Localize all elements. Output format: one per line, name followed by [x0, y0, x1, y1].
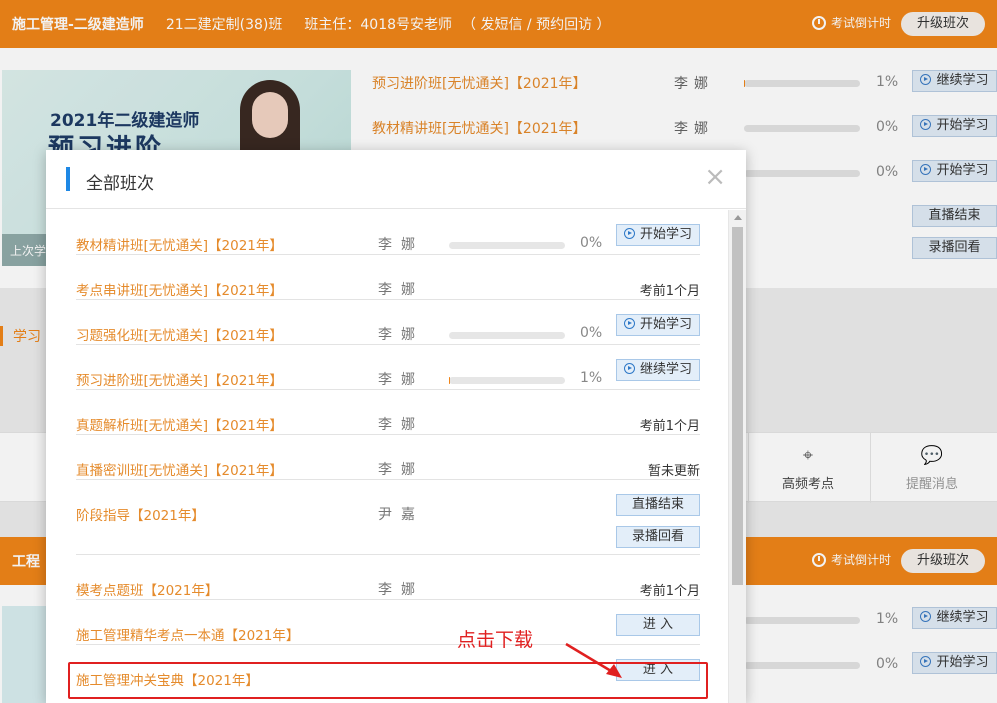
start-study-button[interactable]: 开始学习 [616, 314, 700, 336]
class-teacher: 李娜 [378, 282, 424, 298]
class-list[interactable]: 教材精讲班[无忧通关]【2021年】 李娜 0% 开始学习 考点串讲班[无忧通关… [46, 210, 728, 703]
list-item: 直播密训班[无忧通关]【2021年】 李娜 暂未更新 [76, 435, 700, 480]
progress-percent: 0% [580, 325, 603, 341]
class-teacher: 李娜 [378, 582, 424, 598]
live-ended-button[interactable]: 直播结束 [616, 494, 700, 516]
list-item: 阶段指导【2021年】 尹嘉 直播结束 录播回看 [76, 480, 700, 555]
enter-button[interactable]: 进 入 [616, 614, 700, 636]
play-icon [623, 363, 635, 374]
scroll-up-icon[interactable] [734, 215, 742, 220]
progress-bar [449, 377, 565, 384]
class-name[interactable]: 模考点题班【2021年】 [76, 579, 218, 599]
play-icon [623, 228, 635, 239]
scroll-thumb[interactable] [732, 227, 743, 585]
progress-bar [449, 242, 565, 249]
class-name[interactable]: 考点串讲班[无忧通关]【2021年】 [76, 279, 283, 299]
class-teacher: 李娜 [378, 237, 424, 253]
continue-study-button[interactable]: 继续学习 [616, 359, 700, 381]
close-icon[interactable]: × [704, 164, 726, 190]
list-item: 真题解析班[无忧通关]【2021年】 李娜 考前1个月 [76, 390, 700, 435]
class-status: 考前1个月 [639, 419, 700, 434]
list-item: 教材精讲班[无忧通关]【2021年】 李娜 0% 开始学习 [76, 210, 700, 255]
class-name[interactable]: 预习进阶班[无忧通关]【2021年】 [76, 369, 283, 389]
modal-title: 全部班次 [86, 174, 154, 194]
list-item: 考点串讲班[无忧通关]【2021年】 李娜 考前1个月 [76, 255, 700, 300]
progress-bar [449, 332, 565, 339]
class-name[interactable]: 阶段指导【2021年】 [76, 504, 205, 524]
list-item: 习题强化班[无忧通关]【2021年】 李娜 0% 开始学习 [76, 300, 700, 345]
list-item: 模考点题班【2021年】 李娜 考前1个月 [76, 555, 700, 600]
class-name[interactable]: 直播密训班[无忧通关]【2021年】 [76, 459, 283, 479]
download-hint: 点击下载 [457, 629, 534, 651]
class-status: 暂未更新 [647, 464, 700, 479]
progress-percent: 0% [580, 235, 603, 251]
all-classes-modal: 全部班次 × 教材精讲班[无忧通关]【2021年】 李娜 0% 开始学习 考点串… [46, 150, 746, 703]
modal-scrollbar[interactable] [728, 210, 746, 703]
class-teacher: 尹嘉 [378, 507, 424, 523]
class-name[interactable]: 习题强化班[无忧通关]【2021年】 [76, 324, 283, 344]
title-accent [66, 167, 70, 191]
class-status: 考前1个月 [639, 584, 700, 599]
highlight-box [68, 662, 708, 699]
start-study-button[interactable]: 开始学习 [616, 224, 700, 246]
class-name[interactable]: 真题解析班[无忧通关]【2021年】 [76, 414, 283, 434]
list-item: 预习进阶班[无忧通关]【2021年】 李娜 1% 继续学习 [76, 345, 700, 390]
class-name[interactable]: 教材精讲班[无忧通关]【2021年】 [76, 234, 283, 254]
class-teacher: 李娜 [378, 327, 424, 343]
class-name[interactable]: 施工管理精华考点一本通【2021年】 [76, 624, 299, 644]
progress-percent: 1% [580, 370, 603, 386]
class-status: 考前1个月 [639, 284, 700, 299]
play-icon [623, 318, 635, 329]
class-teacher: 李娜 [378, 372, 424, 388]
class-teacher: 李娜 [378, 462, 424, 478]
replay-button[interactable]: 录播回看 [616, 526, 700, 548]
modal-header: 全部班次 × [46, 150, 746, 209]
class-teacher: 李娜 [378, 417, 424, 433]
list-item: 施工管理精华考点一本通【2021年】 进 入 [76, 600, 700, 645]
